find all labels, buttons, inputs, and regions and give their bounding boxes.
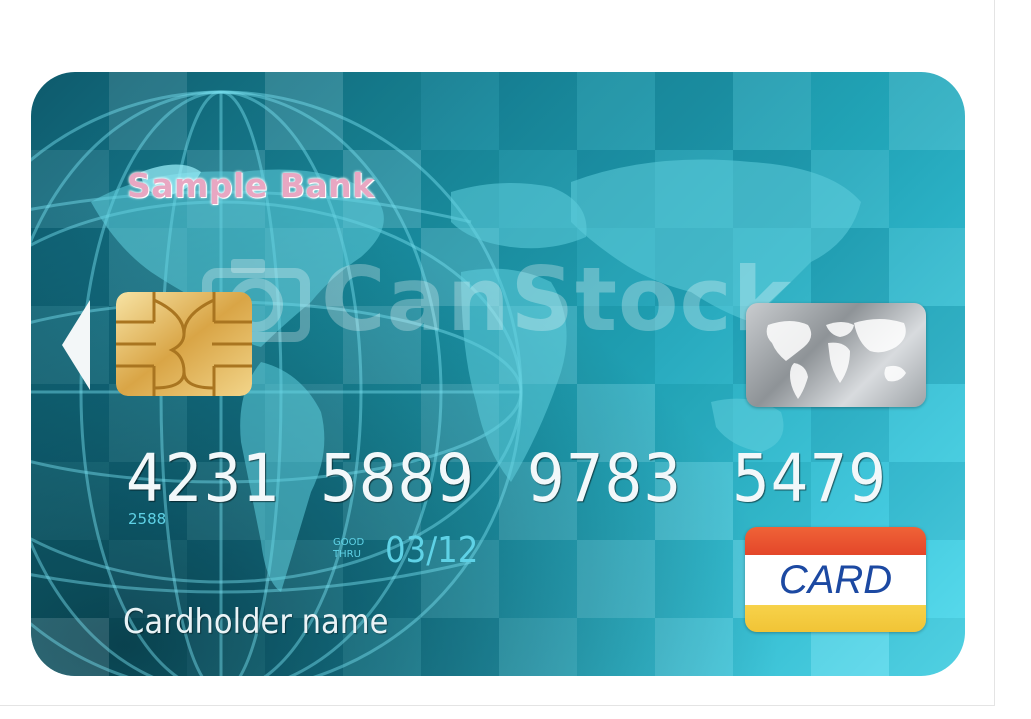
- left-arrow-icon: [62, 300, 90, 390]
- good-thru-line2: THRU: [333, 549, 361, 560]
- watermark-text: CanStock: [321, 248, 793, 351]
- card-number-group-3: 9783: [527, 440, 683, 517]
- frame-border-bottom: [0, 705, 995, 706]
- card-number-group-1: 4231: [126, 440, 282, 517]
- brand-label: CARD: [778, 557, 893, 602]
- card-sub-number: 2588: [128, 510, 167, 528]
- good-thru-line1: GOOD: [333, 537, 365, 548]
- brand-logo-white-band: CARD: [745, 555, 926, 605]
- card-brand-logo: CARD: [745, 527, 926, 632]
- bank-name: Sample Bank: [127, 166, 375, 205]
- chip-icon: [116, 292, 252, 396]
- hologram-world-map-icon: [746, 303, 926, 407]
- watermark: CanStock: [201, 248, 792, 351]
- good-thru-label: GOOD THRU: [333, 537, 364, 561]
- cardholder-name: Cardholder name: [123, 602, 389, 642]
- card-number-group-2: 5889: [320, 440, 476, 517]
- card-number-group-4: 5479: [732, 440, 888, 517]
- credit-card: CanStock Sample Bank 4231 5889 9783 5479…: [31, 72, 965, 676]
- expiry-date: 03/12: [385, 530, 479, 571]
- brand-logo-red-band: [745, 527, 926, 555]
- brand-logo-yellow-band: [745, 605, 926, 632]
- frame-border-right: [994, 0, 995, 706]
